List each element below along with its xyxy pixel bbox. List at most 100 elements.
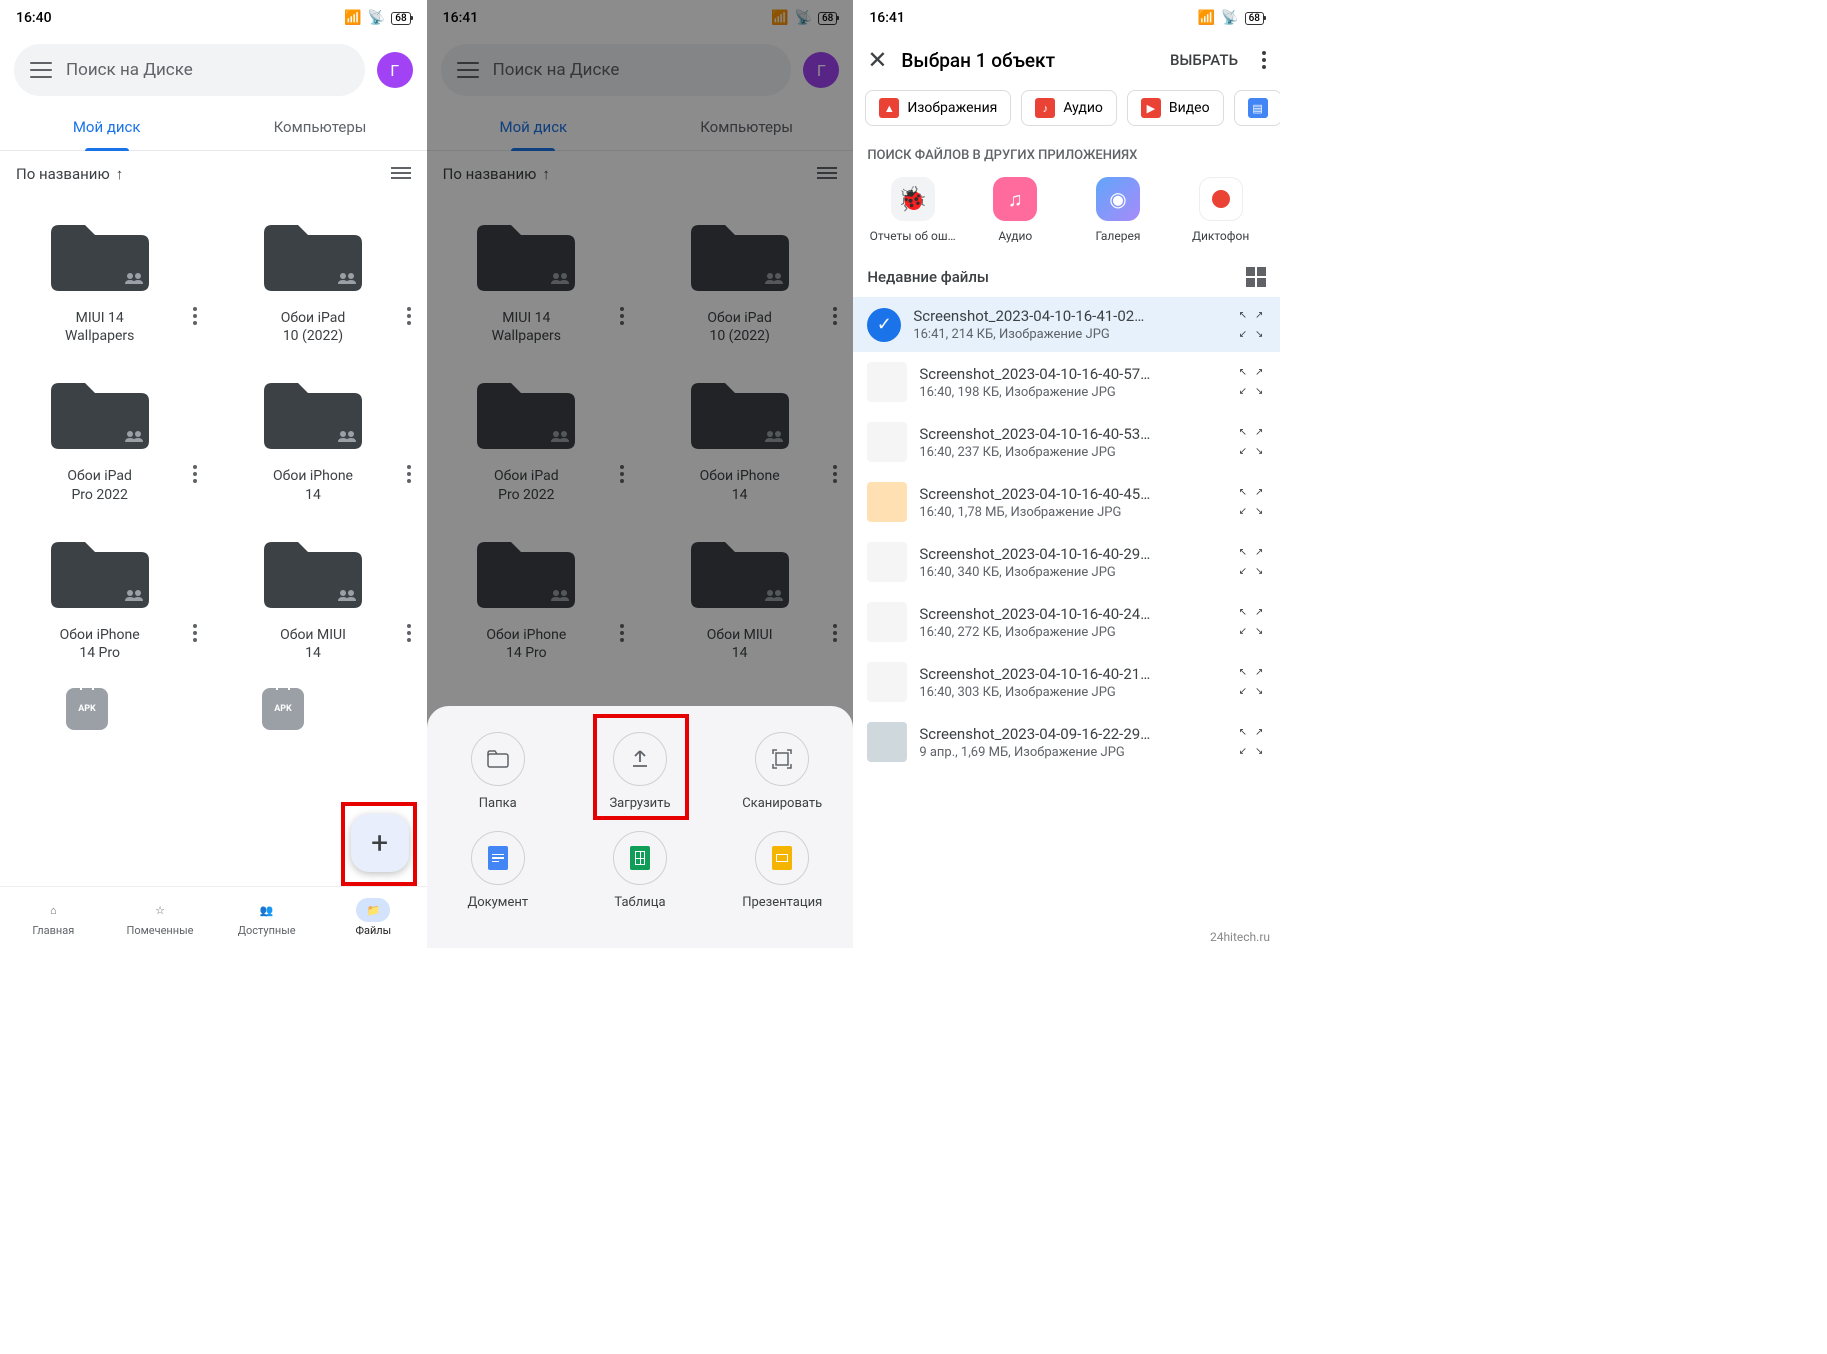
expand-icon[interactable]: ↖↗↙↘ bbox=[1236, 727, 1266, 757]
nav-starred[interactable]: ☆Помеченные bbox=[107, 887, 214, 948]
expand-icon[interactable]: ↖↗↙↘ bbox=[1236, 367, 1266, 397]
more-icon[interactable] bbox=[183, 373, 207, 483]
folder-item[interactable]: Обои iPhone 14 bbox=[213, 363, 426, 521]
file-row[interactable]: ✓Screenshot_2023-04-10-16-41-02…16:41, 2… bbox=[853, 297, 1280, 352]
tabs: Мой диск Компьютеры bbox=[427, 104, 854, 151]
chip-video[interactable]: ▶Видео bbox=[1127, 90, 1224, 126]
grid-view-icon[interactable] bbox=[1246, 267, 1266, 287]
file-row[interactable]: Screenshot_2023-04-10-16-40-24…16:40, 27… bbox=[853, 592, 1280, 652]
sort-button[interactable]: По названию ↑ bbox=[16, 165, 123, 183]
hamburger-icon[interactable] bbox=[457, 62, 479, 78]
more-icon[interactable] bbox=[183, 532, 207, 642]
search-bar[interactable]: Поиск на Диске bbox=[14, 44, 365, 96]
star-icon: ☆ bbox=[155, 904, 165, 917]
file-thumbnail bbox=[867, 362, 907, 402]
more-icon[interactable] bbox=[823, 373, 847, 483]
folder-item[interactable]: Обои MIUI 14 bbox=[640, 522, 853, 680]
music-icon: ♫ bbox=[1008, 187, 1023, 212]
nav-shared[interactable]: 👥Доступные bbox=[213, 887, 320, 948]
file-row[interactable]: Screenshot_2023-04-10-16-40-53…16:40, 23… bbox=[853, 412, 1280, 472]
sheet-folder-button[interactable]: Папка bbox=[448, 732, 548, 811]
tabs: Мой диск Компьютеры bbox=[0, 104, 427, 151]
hamburger-icon[interactable] bbox=[30, 62, 52, 78]
expand-icon[interactable]: ↖↗↙↘ bbox=[1236, 547, 1266, 577]
file-row[interactable]: Screenshot_2023-04-10-16-40-29…16:40, 34… bbox=[853, 532, 1280, 592]
tab-my-drive[interactable]: Мой диск bbox=[0, 104, 213, 150]
apk-file-icon[interactable]: APK bbox=[66, 688, 108, 730]
folder-item[interactable]: Обои MIUI 14 bbox=[213, 522, 426, 680]
more-icon[interactable] bbox=[610, 532, 634, 642]
avatar[interactable]: Г bbox=[377, 52, 413, 88]
sheet-scan-button[interactable]: Сканировать bbox=[732, 732, 832, 811]
chip-audio[interactable]: ♪Аудио bbox=[1021, 90, 1117, 126]
app-recorder[interactable]: Диктофон bbox=[1176, 177, 1266, 243]
more-icon[interactable] bbox=[397, 373, 421, 483]
expand-icon[interactable]: ↖↗↙↘ bbox=[1236, 607, 1266, 637]
select-button[interactable]: ВЫБРАТЬ bbox=[1170, 51, 1238, 69]
record-icon bbox=[1212, 190, 1230, 208]
sheet-pres-button[interactable]: Презентация bbox=[732, 831, 832, 910]
folder-item[interactable]: MIUI 14 Wallpapers bbox=[427, 205, 640, 363]
more-icon[interactable] bbox=[1262, 51, 1266, 69]
folder-icon: 📁 bbox=[366, 904, 380, 917]
more-icon[interactable] bbox=[397, 215, 421, 325]
folder-item[interactable]: MIUI 14 Wallpapers bbox=[0, 205, 213, 363]
scan-icon bbox=[771, 748, 793, 770]
folder-item[interactable]: Обои iPad Pro 2022 bbox=[0, 363, 213, 521]
file-thumbnail bbox=[867, 422, 907, 462]
battery-icon: 68 bbox=[1245, 12, 1264, 25]
file-row[interactable]: Screenshot_2023-04-10-16-40-57…16:40, 19… bbox=[853, 352, 1280, 412]
more-icon[interactable] bbox=[823, 215, 847, 325]
sort-button[interactable]: По названию ↑ bbox=[443, 165, 550, 183]
expand-icon[interactable]: ↖↗↙↘ bbox=[1236, 310, 1266, 340]
sheets-icon bbox=[630, 846, 650, 870]
close-icon[interactable]: ✕ bbox=[867, 46, 887, 74]
bug-icon: 🐞 bbox=[898, 185, 928, 213]
nav-home[interactable]: ⌂Главная bbox=[0, 887, 107, 948]
apk-file-icon[interactable]: APK bbox=[262, 688, 304, 730]
view-toggle-icon[interactable] bbox=[817, 167, 837, 182]
more-icon[interactable] bbox=[823, 532, 847, 642]
more-icon[interactable] bbox=[610, 215, 634, 325]
more-icon[interactable] bbox=[610, 373, 634, 483]
view-toggle-icon[interactable] bbox=[391, 167, 411, 182]
tab-computers[interactable]: Компьютеры bbox=[213, 104, 426, 150]
app-audio[interactable]: ♫Аудио bbox=[970, 177, 1060, 243]
folder-item[interactable]: Обои iPhone 14 bbox=[640, 363, 853, 521]
folder-outline-icon bbox=[487, 750, 509, 768]
chip-images[interactable]: ▲Изображения bbox=[865, 90, 1011, 126]
expand-icon[interactable]: ↖↗↙↘ bbox=[1236, 667, 1266, 697]
expand-icon[interactable]: ↖↗↙↘ bbox=[1236, 427, 1266, 457]
chip-more[interactable]: ▤ bbox=[1234, 90, 1280, 126]
file-row[interactable]: Screenshot_2023-04-10-16-40-21…16:40, 30… bbox=[853, 652, 1280, 712]
avatar[interactable]: Г bbox=[803, 52, 839, 88]
sheet-sheet-button[interactable]: Таблица bbox=[590, 831, 690, 910]
app-bug-reports[interactable]: 🐞Отчеты об ош… bbox=[868, 177, 958, 243]
file-row[interactable]: Screenshot_2023-04-10-16-40-45…16:40, 1,… bbox=[853, 472, 1280, 532]
file-row[interactable]: Screenshot_2023-04-09-16-22-29…9 апр., 1… bbox=[853, 712, 1280, 772]
folder-item[interactable]: Обои iPhone 14 Pro bbox=[0, 522, 213, 680]
more-icon[interactable] bbox=[397, 532, 421, 642]
tab-computers[interactable]: Компьютеры bbox=[640, 104, 853, 150]
folder-item[interactable]: Обои iPhone 14 Pro bbox=[427, 522, 640, 680]
folder-item[interactable]: Обои iPad 10 (2022) bbox=[640, 205, 853, 363]
battery-icon: 68 bbox=[818, 12, 837, 25]
search-placeholder: Поиск на Диске bbox=[66, 60, 193, 80]
sheet-doc-button[interactable]: Документ bbox=[448, 831, 548, 910]
tutorial-highlight bbox=[341, 802, 417, 886]
folder-item[interactable]: Обои iPad 10 (2022) bbox=[213, 205, 426, 363]
search-bar[interactable]: Поиск на Диске bbox=[441, 44, 792, 96]
signal-icon: 📶 bbox=[344, 10, 361, 26]
tab-my-drive[interactable]: Мой диск bbox=[427, 104, 640, 150]
more-icon[interactable] bbox=[183, 215, 207, 325]
image-icon: ▲ bbox=[879, 98, 899, 118]
nav-files[interactable]: 📁Файлы bbox=[320, 887, 427, 948]
video-icon: ▶ bbox=[1141, 98, 1161, 118]
expand-icon[interactable]: ↖↗↙↘ bbox=[1236, 487, 1266, 517]
file-thumbnail bbox=[867, 662, 907, 702]
recent-header: Недавние файлы bbox=[867, 268, 989, 286]
folder-item[interactable]: Обои iPad Pro 2022 bbox=[427, 363, 640, 521]
signal-icon: 📶 bbox=[771, 10, 788, 26]
drive-screen: 16:40 📶 📡 68 Поиск на Диске Г Мой диск К… bbox=[0, 0, 427, 948]
app-gallery[interactable]: ◉Галерея bbox=[1073, 177, 1163, 243]
